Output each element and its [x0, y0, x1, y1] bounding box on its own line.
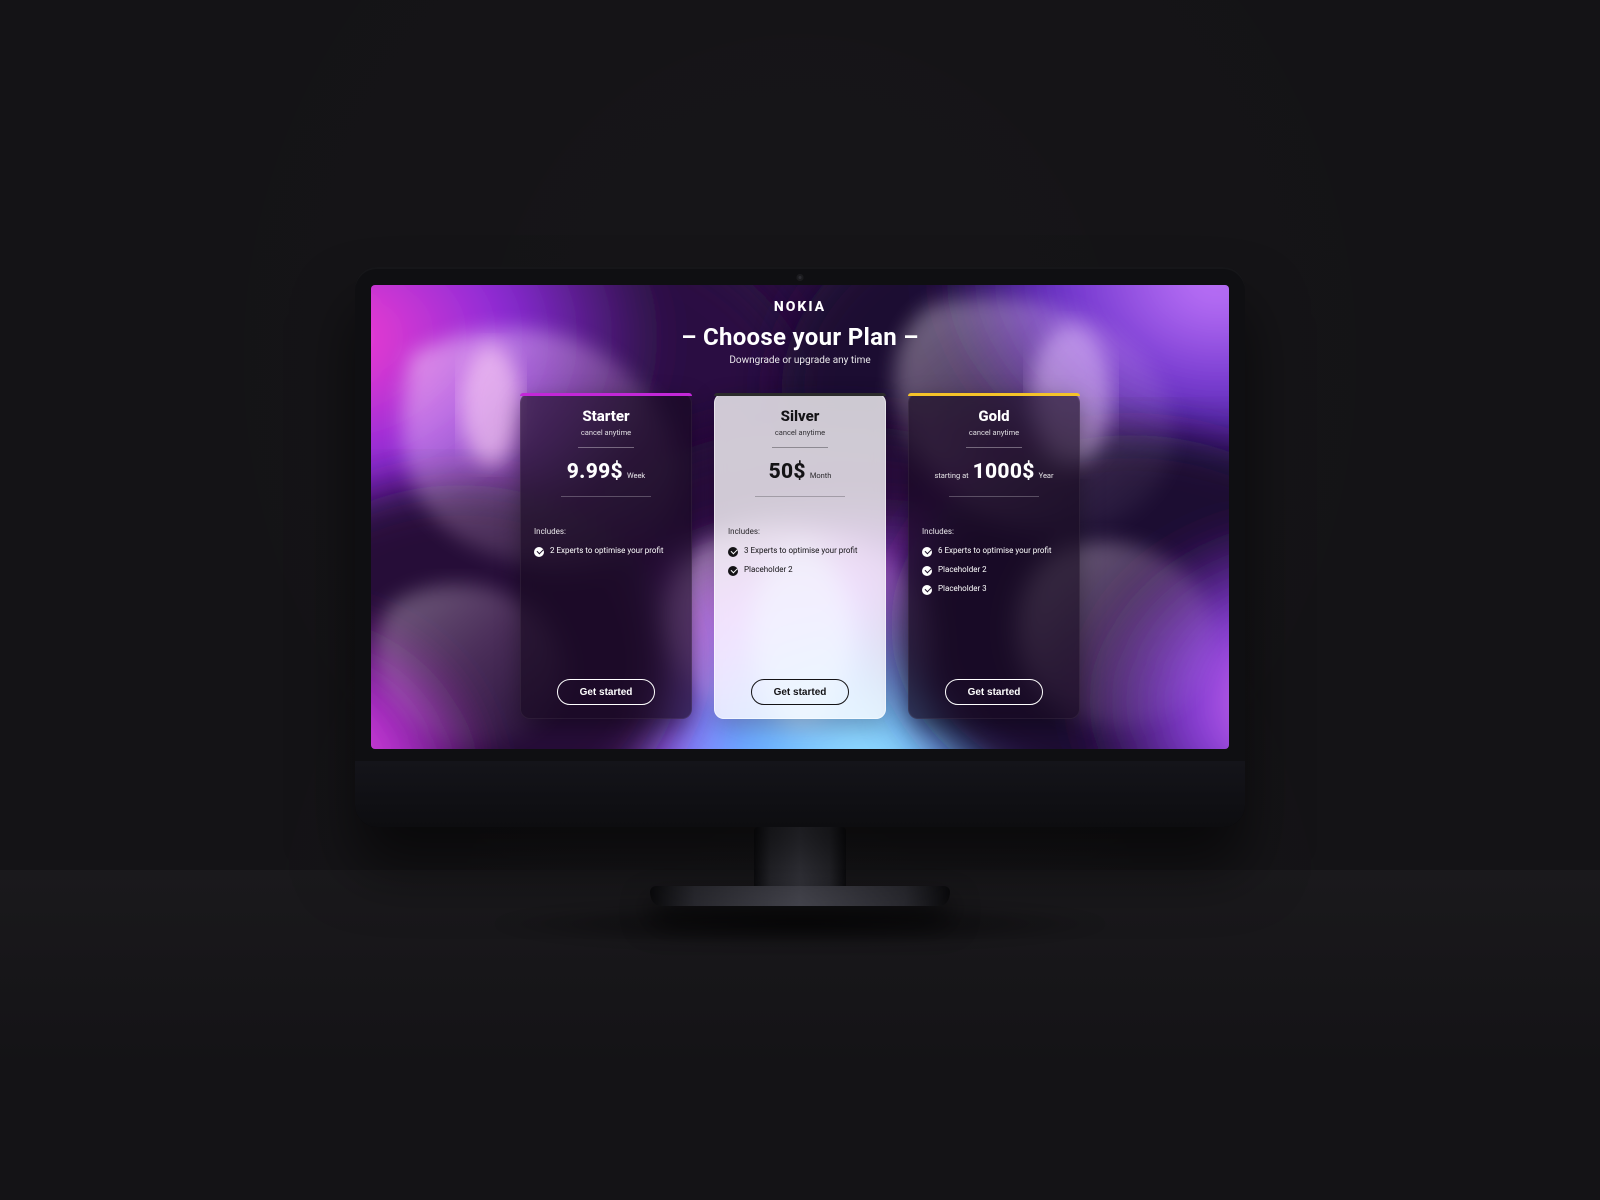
feature-list: 6 Experts to optimise your profit Placeh… [922, 546, 1066, 595]
divider [578, 447, 634, 448]
feature-item: Placeholder 3 [922, 584, 1066, 595]
price-period: Week [627, 471, 645, 480]
feature-text: Placeholder 2 [744, 565, 793, 575]
feature-item: Placeholder 2 [728, 565, 872, 576]
price-value: 9.99$ [567, 460, 623, 484]
feature-list: 3 Experts to optimise your profit Placeh… [728, 546, 872, 576]
get-started-button[interactable]: Get started [557, 679, 656, 705]
includes-label: Includes: [922, 527, 1066, 536]
divider [949, 496, 1039, 497]
monitor-stand-base [650, 886, 950, 906]
screen: NOKIA – Choose your Plan – Downgrade or … [371, 285, 1229, 749]
monitor-bezel: NOKIA – Choose your Plan – Downgrade or … [355, 267, 1245, 827]
includes-label: Includes: [728, 527, 872, 536]
feature-text: 2 Experts to optimise your profit [550, 546, 664, 556]
plan-price: 9.99$ Week [534, 460, 678, 484]
divider [772, 447, 828, 448]
feature-text: 3 Experts to optimise your profit [744, 546, 858, 556]
check-icon [922, 547, 932, 557]
monitor-shadow [490, 900, 1110, 948]
divider [966, 447, 1022, 448]
divider [755, 496, 845, 497]
webcam-icon [797, 274, 804, 281]
feature-item: 2 Experts to optimise your profit [534, 546, 678, 557]
check-icon [922, 585, 932, 595]
includes-label: Includes: [534, 527, 678, 536]
plan-card-gold: Gold cancel anytime starting at 1000$ Ye… [908, 393, 1080, 719]
brand-logo: NOKIA [371, 299, 1229, 315]
page-title: – Choose your Plan – [371, 323, 1229, 351]
price-value: 1000$ [973, 460, 1035, 484]
plan-name: Gold [922, 407, 1066, 425]
feature-text: Placeholder 3 [938, 584, 987, 594]
check-icon [728, 566, 738, 576]
feature-text: 6 Experts to optimise your profit [938, 546, 1052, 556]
check-icon [728, 547, 738, 557]
feature-item: Placeholder 2 [922, 565, 1066, 576]
divider [561, 496, 651, 497]
monitor-chin [355, 761, 1245, 827]
page-subtitle: Downgrade or upgrade any time [371, 355, 1229, 366]
price-period: Year [1039, 471, 1054, 480]
price-period: Month [810, 471, 832, 480]
check-icon [922, 566, 932, 576]
feature-text: Placeholder 2 [938, 565, 987, 575]
plan-subtitle: cancel anytime [922, 428, 1066, 437]
plan-name: Starter [534, 407, 678, 425]
get-started-button[interactable]: Get started [751, 679, 850, 705]
feature-list: 2 Experts to optimise your profit [534, 546, 678, 557]
check-icon [534, 547, 544, 557]
plan-subtitle: cancel anytime [728, 428, 872, 437]
price-value: 50$ [769, 460, 806, 484]
plan-card-starter: Starter cancel anytime 9.99$ Week Includ… [520, 393, 692, 719]
plan-name: Silver [728, 407, 872, 425]
plan-price: starting at 1000$ Year [922, 460, 1066, 484]
feature-item: 6 Experts to optimise your profit [922, 546, 1066, 557]
plan-price: 50$ Month [728, 460, 872, 484]
price-prefix: starting at [934, 471, 968, 480]
plan-card-silver: Silver cancel anytime 50$ Month Includes… [714, 393, 886, 719]
plan-subtitle: cancel anytime [534, 428, 678, 437]
pricing-cards: Starter cancel anytime 9.99$ Week Includ… [371, 393, 1229, 719]
get-started-button[interactable]: Get started [945, 679, 1044, 705]
feature-item: 3 Experts to optimise your profit [728, 546, 872, 557]
